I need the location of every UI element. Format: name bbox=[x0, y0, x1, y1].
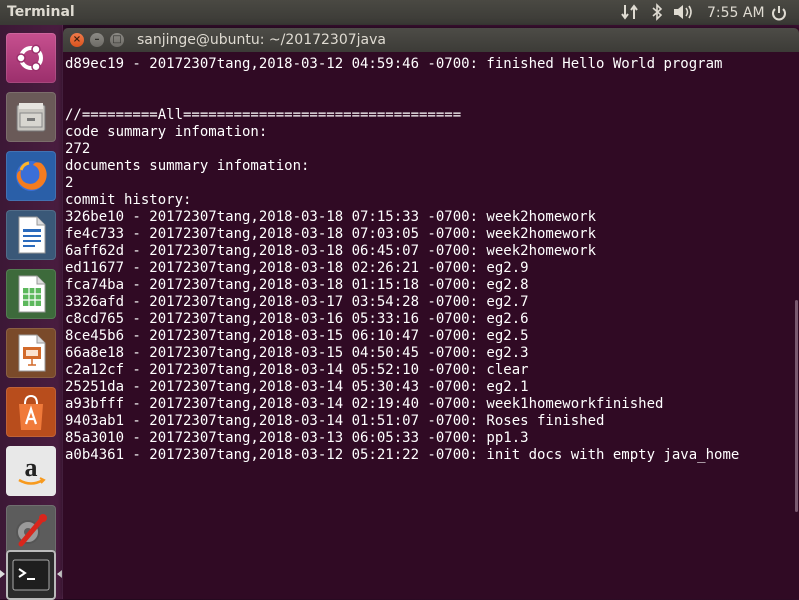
power-icon[interactable] bbox=[770, 4, 788, 26]
minimize-button[interactable]: – bbox=[90, 33, 104, 47]
impress-icon bbox=[18, 334, 46, 372]
terminal-line: fca74ba - 20172307tang,2018-03-18 01:15:… bbox=[65, 277, 529, 293]
launcher-settings[interactable] bbox=[6, 505, 56, 555]
launcher-calc[interactable] bbox=[6, 269, 56, 319]
maximize-icon: □ bbox=[112, 34, 122, 45]
close-button[interactable]: × bbox=[70, 33, 84, 47]
terminal-output[interactable]: d89ec19 - 20172307tang,2018-03-12 04:59:… bbox=[63, 52, 799, 599]
amazon-icon: a bbox=[18, 453, 46, 485]
launcher-terminal[interactable] bbox=[6, 550, 56, 600]
running-indicator bbox=[0, 570, 5, 578]
launcher-amazon[interactable]: a bbox=[6, 446, 56, 496]
launcher-impress[interactable] bbox=[6, 328, 56, 378]
terminal-line: c8cd765 - 20172307tang,2018-03-16 05:33:… bbox=[65, 311, 529, 327]
terminal-icon bbox=[12, 559, 50, 591]
launcher-firefox[interactable] bbox=[6, 151, 56, 201]
terminal-window[interactable]: × – □ sanjinge@ubuntu: ~/20172307java d8… bbox=[63, 28, 799, 599]
launcher-software[interactable] bbox=[6, 387, 56, 437]
terminal-line: 8ce45b6 - 20172307tang,2018-03-15 06:10:… bbox=[65, 328, 529, 344]
volume-icon[interactable] bbox=[672, 3, 694, 25]
terminal-line: 25251da - 20172307tang,2018-03-14 05:30:… bbox=[65, 379, 529, 395]
window-titlebar[interactable]: × – □ sanjinge@ubuntu: ~/20172307java bbox=[63, 28, 799, 52]
launcher-ubuntu-dash[interactable] bbox=[6, 33, 56, 83]
terminal-line: ed11677 - 20172307tang,2018-03-18 02:26:… bbox=[65, 260, 529, 276]
svg-text:a: a bbox=[25, 453, 38, 482]
terminal-line: 6aff62d - 20172307tang,2018-03-18 06:45:… bbox=[65, 243, 597, 259]
terminal-line: 2 bbox=[65, 175, 74, 191]
settings-wrench-icon bbox=[16, 514, 47, 547]
terminal-lines: d89ec19 - 20172307tang,2018-03-12 04:59:… bbox=[65, 56, 739, 464]
clock[interactable]: 7:55 AM bbox=[707, 5, 765, 21]
launcher: a bbox=[0, 25, 63, 600]
writer-icon bbox=[18, 216, 46, 254]
close-icon: × bbox=[72, 34, 82, 45]
focused-indicator bbox=[57, 570, 62, 578]
terminal-line: a93bfff - 20172307tang,2018-03-14 02:19:… bbox=[65, 396, 664, 412]
terminal-line: d89ec19 - 20172307tang,2018-03-12 04:59:… bbox=[65, 56, 723, 72]
terminal-line: code summary infomation: bbox=[65, 124, 268, 140]
terminal-line: 272 bbox=[65, 141, 91, 157]
terminal-line: documents summary infomation: bbox=[65, 158, 310, 174]
terminal-line: c2a12cf - 20172307tang,2018-03-14 05:52:… bbox=[65, 362, 529, 378]
terminal-line: 9403ab1 - 20172307tang,2018-03-14 01:51:… bbox=[65, 413, 605, 429]
terminal-line: //=========All==========================… bbox=[65, 107, 462, 123]
terminal-line: 85a3010 - 20172307tang,2018-03-13 06:05:… bbox=[65, 430, 529, 446]
terminal-line: 3326afd - 20172307tang,2018-03-17 03:54:… bbox=[65, 294, 529, 310]
app-title: Terminal bbox=[7, 4, 75, 20]
minimize-icon: – bbox=[94, 34, 100, 45]
maximize-button[interactable]: □ bbox=[110, 33, 124, 47]
terminal-line: 326be10 - 20172307tang,2018-03-18 07:15:… bbox=[65, 209, 597, 225]
terminal-line: 66a8e18 - 20172307tang,2018-03-15 04:50:… bbox=[65, 345, 529, 361]
scrollbar[interactable] bbox=[795, 300, 798, 512]
launcher-writer[interactable] bbox=[6, 210, 56, 260]
software-bag-icon bbox=[19, 394, 43, 430]
terminal-line: fe4c733 - 20172307tang,2018-03-18 07:03:… bbox=[65, 226, 597, 242]
calc-icon bbox=[18, 275, 46, 313]
bluetooth-icon[interactable] bbox=[650, 3, 664, 25]
window-title: sanjinge@ubuntu: ~/20172307java bbox=[137, 32, 386, 48]
terminal-line: commit history: bbox=[65, 192, 192, 208]
file-cabinet-icon bbox=[16, 103, 46, 132]
terminal-line: a0b4361 - 20172307tang,2018-03-12 05:21:… bbox=[65, 447, 740, 463]
launcher-files[interactable] bbox=[6, 92, 56, 142]
network-icon[interactable] bbox=[620, 3, 640, 25]
ubuntu-logo-icon bbox=[16, 44, 43, 72]
top-panel: Terminal 7:55 AM bbox=[0, 0, 799, 25]
firefox-icon bbox=[16, 161, 47, 191]
